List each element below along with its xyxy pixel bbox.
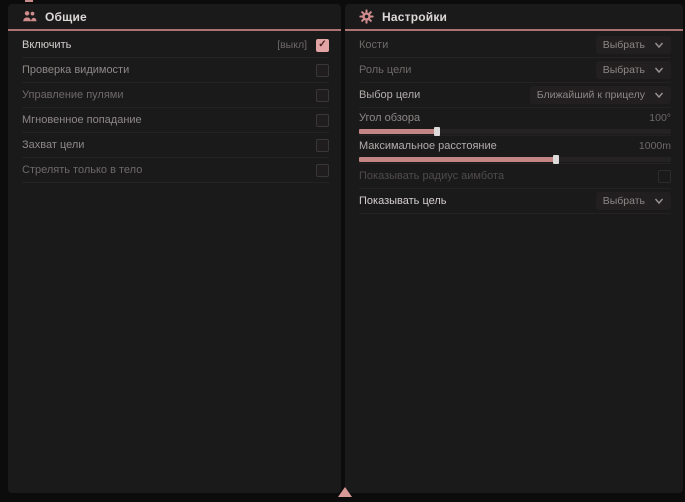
- option-label: Управление пулями: [22, 89, 316, 101]
- option-label: Включить: [22, 39, 277, 51]
- target-role-dropdown[interactable]: Выбрать: [596, 61, 671, 79]
- option-row-max-distance: Максимальное расстояние 1000m: [359, 136, 671, 164]
- slider-value: 100°: [649, 112, 671, 124]
- clipped-artifact: [25, 0, 33, 2]
- option-row-body-only[interactable]: Стрелять только в тело: [22, 158, 329, 183]
- option-label: Стрелять только в тело: [22, 164, 316, 176]
- option-label: Кости: [359, 39, 596, 51]
- option-label: Мгновенное попадание: [22, 114, 316, 126]
- chevron-down-icon: [654, 90, 664, 100]
- panel-settings-body: Кости Выбрать Роль цели Выбрать Выбор це…: [345, 31, 683, 214]
- option-row-bullet-control[interactable]: Управление пулями: [22, 83, 329, 108]
- option-row-target-lock[interactable]: Захват цели: [22, 133, 329, 158]
- panel-general-body: Включить [выкл] ✓ Проверка видимости Упр…: [8, 31, 341, 183]
- dropdown-value: Выбрать: [603, 39, 645, 51]
- option-label: Проверка видимости: [22, 64, 316, 76]
- bones-dropdown[interactable]: Выбрать: [596, 36, 671, 54]
- checkbox-bullet-control[interactable]: [316, 89, 329, 102]
- target-select-dropdown[interactable]: Ближайший к прицелу: [530, 86, 671, 104]
- panel-title: Общие: [45, 10, 87, 24]
- option-row-fov: Угол обзора 100°: [359, 108, 671, 136]
- option-label: Угол обзора: [359, 112, 649, 124]
- dropdown-value: Выбрать: [603, 195, 645, 207]
- cursor-up-icon: [338, 487, 352, 497]
- dropdown-value: Выбрать: [603, 64, 645, 76]
- chevron-down-icon: [654, 196, 664, 206]
- show-target-dropdown[interactable]: Выбрать: [596, 192, 671, 210]
- chevron-down-icon: [654, 40, 664, 50]
- checkbox-show-aimbot-radius[interactable]: [658, 170, 671, 183]
- fov-slider[interactable]: [359, 129, 671, 134]
- option-row-target-role: Роль цели Выбрать: [359, 58, 671, 83]
- panel-settings: Настройки Кости Выбрать Роль цели Выбрат…: [345, 4, 683, 493]
- option-label: Роль цели: [359, 64, 596, 76]
- option-row-visibility-check[interactable]: Проверка видимости: [22, 58, 329, 83]
- option-label: Выбор цели: [359, 89, 530, 101]
- dropdown-value: Ближайший к прицелу: [537, 89, 645, 101]
- option-label: Захват цели: [22, 139, 316, 151]
- gear-icon: [359, 9, 374, 24]
- checkbox-body-only[interactable]: [316, 164, 329, 177]
- checkbox-enable[interactable]: ✓: [316, 39, 329, 52]
- chevron-down-icon: [654, 65, 664, 75]
- panel-title: Настройки: [382, 10, 447, 24]
- option-row-show-target: Показывать цель Выбрать: [359, 189, 671, 214]
- slider-handle[interactable]: [553, 155, 559, 164]
- checkbox-visibility-check[interactable]: [316, 64, 329, 77]
- option-label: Показывать радиус аимбота: [359, 170, 658, 182]
- users-icon: [22, 9, 37, 24]
- option-label: Максимальное расстояние: [359, 140, 639, 152]
- check-icon: ✓: [318, 40, 326, 50]
- checkbox-instant-hit[interactable]: [316, 114, 329, 127]
- max-distance-slider[interactable]: [359, 157, 671, 162]
- slider-fill: [359, 157, 556, 162]
- panel-settings-header: Настройки: [345, 4, 683, 29]
- option-row-enable[interactable]: Включить [выкл] ✓: [22, 33, 329, 58]
- option-row-show-aimbot-radius: Показывать радиус аимбота: [359, 164, 671, 189]
- option-row-target-select: Выбор цели Ближайший к прицелу: [359, 83, 671, 108]
- keybind-hint[interactable]: [выкл]: [277, 39, 307, 51]
- slider-fill: [359, 129, 437, 134]
- slider-value: 1000m: [639, 140, 671, 152]
- option-row-bones: Кости Выбрать: [359, 33, 671, 58]
- option-row-instant-hit[interactable]: Мгновенное попадание: [22, 108, 329, 133]
- panel-general-header: Общие: [8, 4, 341, 29]
- panel-general: Общие Включить [выкл] ✓ Проверка видимос…: [8, 4, 341, 493]
- option-label: Показывать цель: [359, 195, 596, 207]
- slider-handle[interactable]: [434, 127, 440, 136]
- checkbox-target-lock[interactable]: [316, 139, 329, 152]
